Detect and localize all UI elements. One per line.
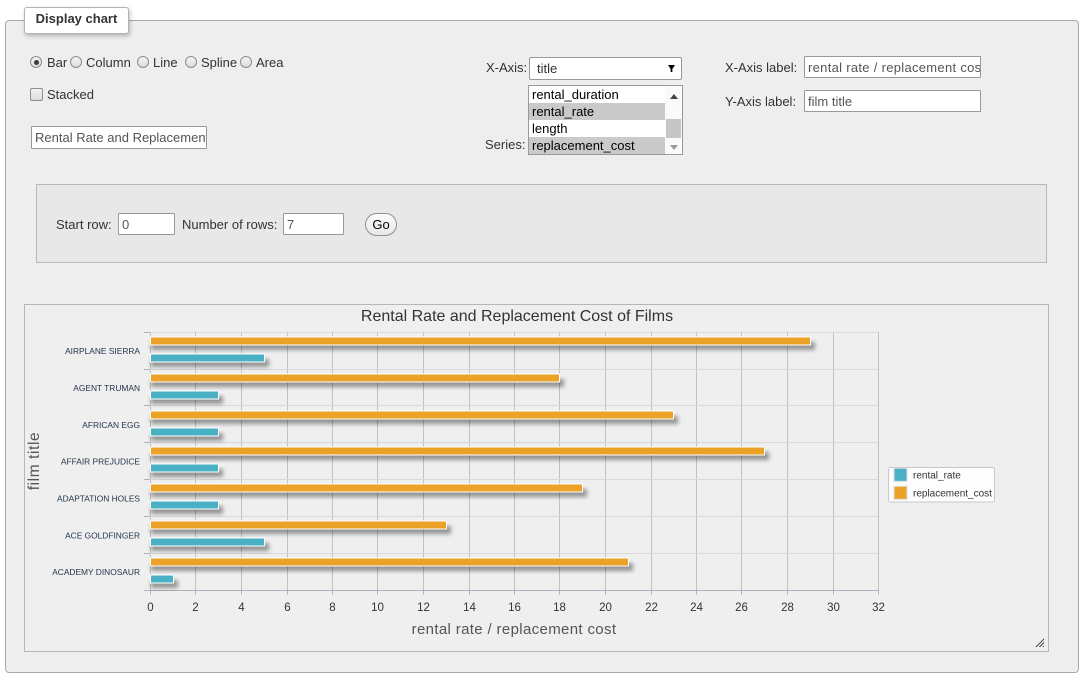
svg-text:16: 16 (508, 602, 521, 614)
svg-text:2: 2 (192, 602, 198, 614)
svg-text:ADAPTATION HOLES: ADAPTATION HOLES (57, 493, 140, 503)
svg-text:24: 24 (690, 602, 703, 614)
svg-text:AFRICAN EGG: AFRICAN EGG (82, 420, 140, 430)
svg-text:32: 32 (872, 602, 885, 614)
svg-text:replacement_cost: replacement_cost (913, 489, 992, 500)
svg-text:22: 22 (645, 602, 658, 614)
svg-text:ACE GOLDFINGER: ACE GOLDFINGER (65, 530, 140, 540)
svg-text:rental rate / replacement cost: rental rate / replacement cost (412, 621, 617, 638)
svg-text:20: 20 (599, 602, 612, 614)
svg-text:ACADEMY DINOSAUR: ACADEMY DINOSAUR (52, 567, 140, 577)
svg-text:8: 8 (329, 602, 335, 614)
svg-text:28: 28 (781, 602, 794, 614)
svg-text:12: 12 (417, 602, 430, 614)
svg-text:10: 10 (371, 602, 384, 614)
svg-text:30: 30 (827, 602, 840, 614)
svg-text:18: 18 (553, 602, 566, 614)
svg-text:Rental Rate and Replacement Co: Rental Rate and Replacement Cost of Film… (361, 308, 673, 325)
svg-text:AFFAIR PREJUDICE: AFFAIR PREJUDICE (61, 457, 141, 467)
svg-text:rental_rate: rental_rate (913, 471, 961, 482)
svg-text:14: 14 (463, 602, 476, 614)
svg-text:26: 26 (735, 602, 748, 614)
svg-text:4: 4 (238, 602, 245, 614)
svg-text:AIRPLANE SIERRA: AIRPLANE SIERRA (65, 346, 140, 356)
svg-text:film title: film title (26, 432, 43, 491)
svg-text:6: 6 (284, 602, 290, 614)
svg-text:AGENT TRUMAN: AGENT TRUMAN (73, 383, 140, 393)
svg-text:0: 0 (147, 602, 153, 614)
